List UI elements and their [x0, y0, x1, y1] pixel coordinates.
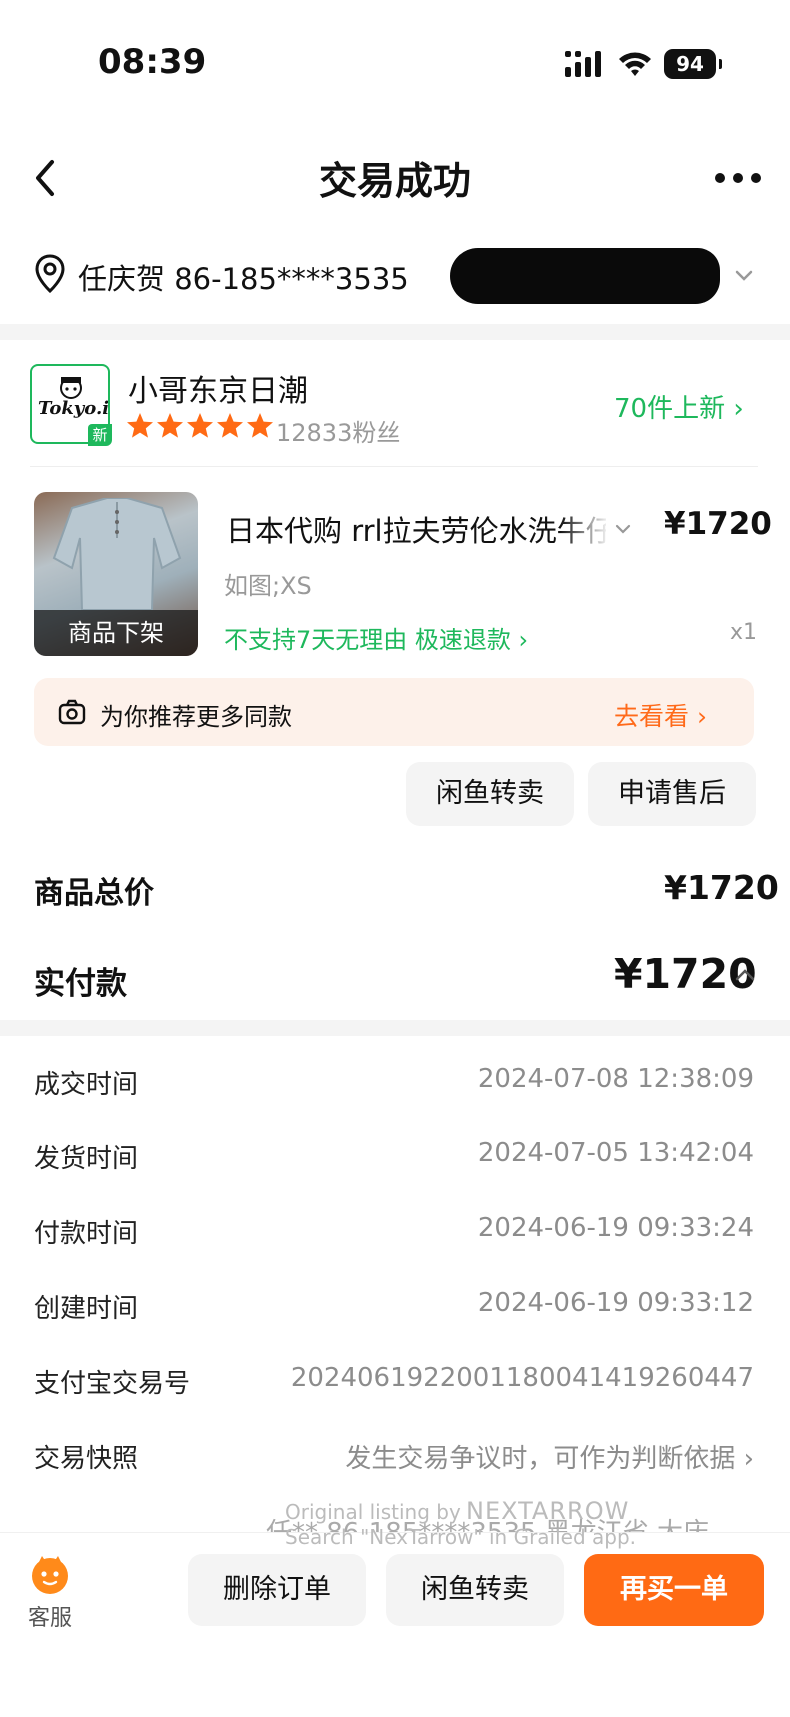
product-image[interactable]: 商品下架: [34, 492, 198, 656]
divider: [30, 466, 758, 467]
info-label: 创建时间: [34, 1294, 139, 1324]
shirt-photo: [52, 498, 182, 610]
delete-order-button[interactable]: 删除订单: [188, 1554, 366, 1626]
recommend-link-label: 去看看: [614, 702, 690, 731]
watermark-line1: Original listing by: [285, 1500, 461, 1524]
recommend-text: 为你推荐更多同款: [100, 703, 292, 731]
info-label: 成交时间: [34, 1070, 139, 1100]
alipay-trade-number[interactable]: 2024061922001180041419260447: [291, 1363, 754, 1393]
battery-icon: 94: [664, 49, 722, 79]
customer-service-icon[interactable]: [28, 1552, 72, 1596]
product-price: ¥1720: [664, 506, 772, 542]
star-icon: [247, 413, 273, 438]
chevron-down-icon[interactable]: [734, 266, 754, 286]
page-title: 交易成功: [318, 159, 471, 203]
watermark-line2: Search "NexTarrow" in Grailed app.: [285, 1525, 637, 1549]
new-badge: 新: [88, 424, 112, 446]
total-price-value: ¥1720: [664, 868, 779, 907]
star-icon: [187, 413, 213, 438]
delisted-overlay: 商品下架: [34, 610, 198, 656]
redaction-mark: [450, 248, 720, 304]
watermark-brand: NEXTARROW: [466, 1497, 630, 1525]
product-title[interactable]: 日本代购 rrl拉夫劳伦水洗牛仔: [226, 508, 606, 550]
chevron-right-icon: ›: [733, 394, 744, 424]
chevron-up-icon[interactable]: [734, 966, 756, 984]
mascot-icon: [60, 377, 82, 399]
fans-count: 12833粉丝: [276, 419, 401, 447]
star-icon: [157, 413, 183, 438]
info-value: 2024-06-19 09:33:24: [477, 1213, 754, 1243]
info-label: 付款时间: [34, 1219, 139, 1249]
shop-logo-text: Tokyo.in: [38, 398, 110, 419]
section-separator: [0, 1020, 790, 1036]
new-items-link[interactable]: 70件上新 ›: [614, 388, 744, 425]
paid-amount-label: 实付款: [34, 966, 127, 1002]
info-label: 支付宝交易号: [34, 1369, 191, 1399]
total-price-label: 商品总价: [34, 876, 154, 911]
info-value: 2024-07-08 12:38:09: [477, 1064, 754, 1094]
star-icon: [217, 413, 243, 438]
address-text: 任庆贺 86-185****3535: [78, 262, 409, 296]
return-policy-tag[interactable]: 不支持7天无理由 极速退款 ›: [224, 620, 528, 655]
recommend-link[interactable]: 去看看 ›: [614, 697, 707, 733]
rebuy-button[interactable]: 再买一单: [584, 1554, 764, 1626]
more-options-icon[interactable]: [714, 168, 762, 188]
after-sale-button[interactable]: 申请售后: [588, 762, 756, 826]
camera-icon: [58, 699, 86, 725]
rating-stars: [127, 413, 273, 438]
section-separator: [0, 324, 790, 340]
snapshot-link[interactable]: 发生交易争议时，可作为判断依据 ›: [345, 1438, 754, 1475]
star-icon: [127, 413, 153, 438]
shop-name[interactable]: 小哥东京日潮: [128, 366, 308, 410]
new-items-label: 70件上新: [614, 394, 726, 424]
chevron-down-icon[interactable]: [614, 520, 632, 538]
chevron-right-icon: ›: [696, 702, 707, 731]
info-value: 2024-07-05 13:42:04: [477, 1138, 754, 1168]
chevron-right-icon: ›: [518, 626, 529, 654]
resell-bottom-button[interactable]: 闲鱼转卖: [386, 1554, 564, 1626]
info-label: 发货时间: [34, 1144, 139, 1174]
product-spec: 如图;XS: [224, 572, 312, 600]
chevron-right-icon: ›: [743, 1444, 754, 1474]
snapshot-link-text: 发生交易争议时，可作为判断依据: [345, 1444, 736, 1474]
info-value: 2024-06-19 09:33:12: [477, 1288, 754, 1318]
product-quantity: x1: [730, 620, 758, 645]
status-time: 08:39: [98, 42, 207, 82]
location-pin-icon: [35, 254, 65, 294]
title-fade: [560, 504, 610, 544]
info-label: 交易快照: [34, 1444, 139, 1474]
customer-service-label[interactable]: 客服: [28, 1600, 72, 1632]
wifi-icon: [619, 52, 651, 76]
resell-button[interactable]: 闲鱼转卖: [406, 762, 574, 826]
signal-icon: [565, 51, 601, 77]
return-policy-text: 不支持7天无理由 极速退款: [224, 626, 511, 654]
